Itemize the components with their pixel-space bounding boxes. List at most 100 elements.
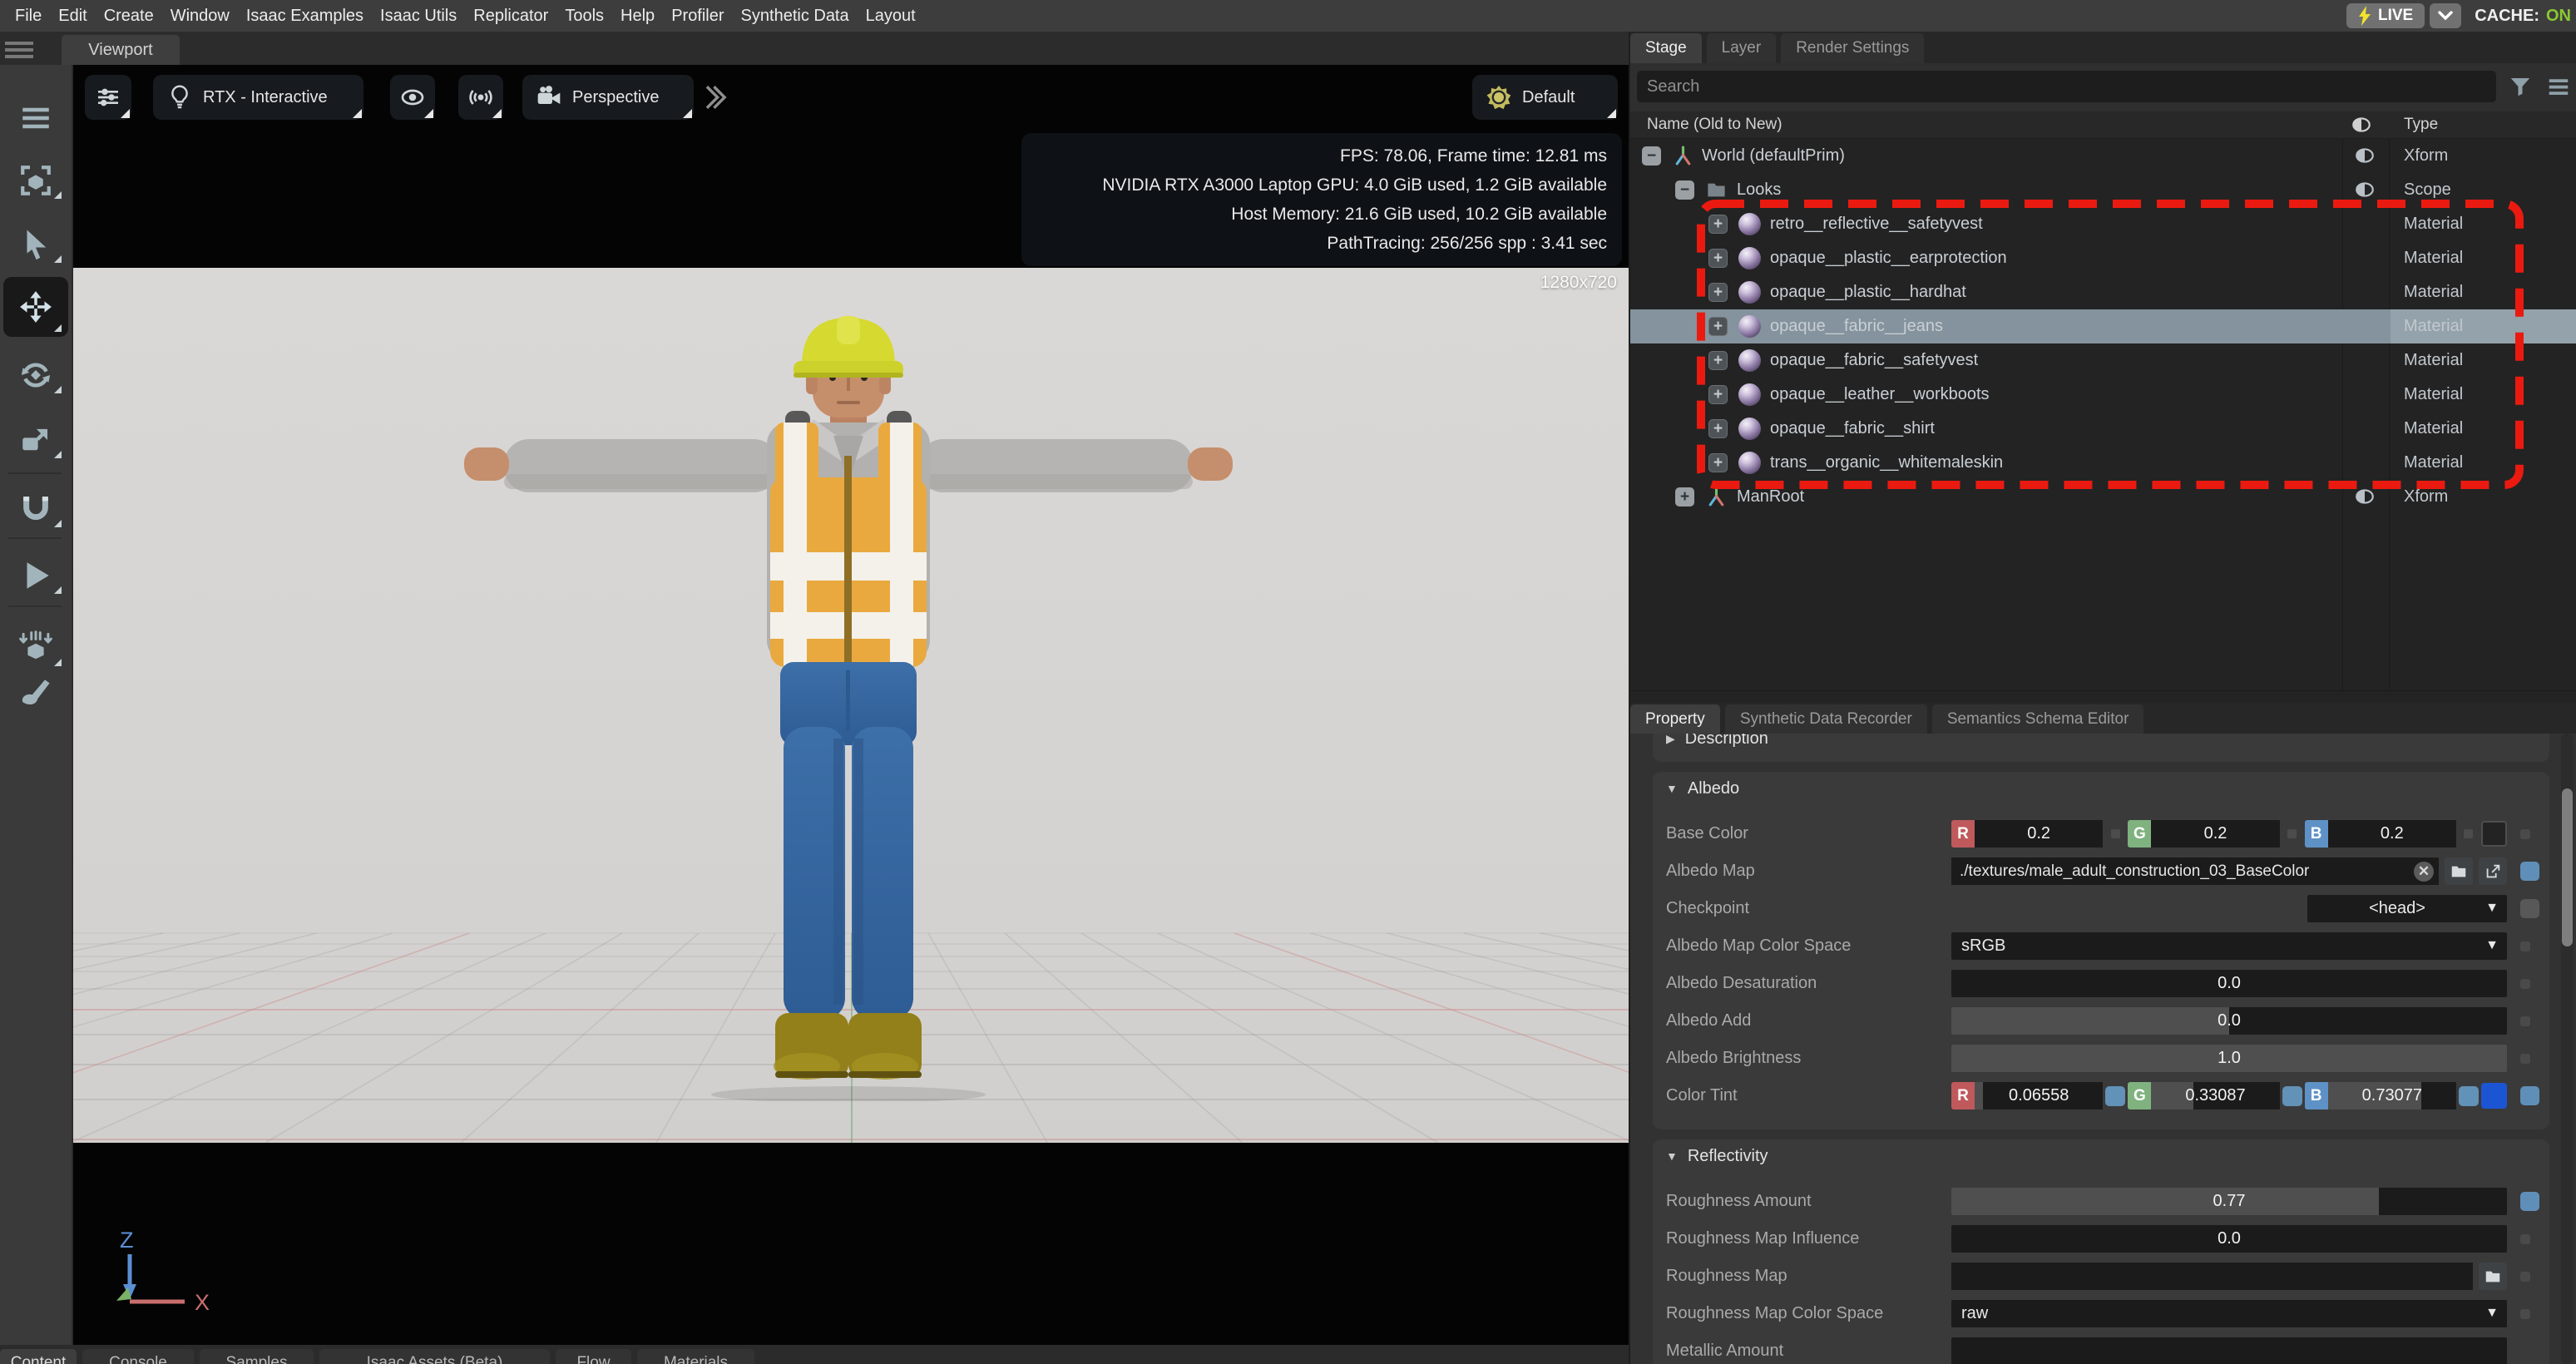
browse-folder-button[interactable] [2445,857,2473,885]
channel-value-field[interactable]: 0.2 [2151,820,2279,848]
slider-roughness-map-influence[interactable]: 0.0 [1951,1225,2507,1253]
live-sync-button[interactable]: LIVE [2346,3,2425,28]
tool-move-active[interactable] [3,277,68,337]
file-path-field[interactable]: ./textures/male_adult_construction_03_Ba… [1951,857,2439,885]
tool-physics-drop[interactable] [0,626,72,670]
default-indicator[interactable] [2520,1234,2530,1244]
tool-selection-box[interactable] [0,159,72,202]
expand-icon[interactable]: + [1708,249,1728,268]
visibility-eye-icon[interactable] [2354,146,2376,169]
bottom-tab-samples[interactable]: Samples [200,1349,314,1364]
tab-viewport[interactable]: Viewport [62,35,180,65]
dock-grip-icon[interactable] [5,38,48,62]
dropdown-checkpoint[interactable]: <head>▼ [2307,895,2507,922]
property-scrollbar[interactable] [2561,734,2574,1364]
tree-row-opaque-fabric-safetyvest[interactable]: +opaque__fabric__safetyvestMaterial [1630,343,2576,378]
drag-handle[interactable] [2280,1086,2305,1106]
menu-item-replicator[interactable]: Replicator [465,0,556,32]
column-type-header[interactable]: Type [2404,116,2438,134]
default-indicator[interactable] [2520,941,2530,951]
collapse-icon[interactable]: − [1642,146,1661,166]
channel-value-field[interactable]: 0.06558 [1975,1082,2103,1109]
channel-value-field[interactable]: 0.33087 [2151,1082,2279,1109]
tree-row-opaque-leather-workboots[interactable]: +opaque__leather__workbootsMaterial [1630,378,2576,412]
tree-row-looks[interactable]: −LooksScope [1630,173,2576,207]
tab-layer[interactable]: Layer [1707,33,1777,63]
tool-rotate[interactable] [0,353,72,397]
tree-row-opaque-fabric-jeans[interactable]: +opaque__fabric__jeansMaterial [1630,309,2576,343]
tab-render-settings[interactable]: Render Settings [1781,33,1924,63]
tool-snap-magnet[interactable] [0,487,72,531]
visibility-eye-icon[interactable] [2354,180,2376,203]
default-indicator[interactable] [2520,829,2530,839]
filter-funnel-icon[interactable] [2508,74,2533,99]
file-path-field[interactable] [1951,1263,2473,1290]
channel-value-field[interactable]: 0.2 [1975,820,2103,848]
expand-icon[interactable]: + [1675,487,1694,507]
tool-scale[interactable] [0,418,72,462]
expand-icon[interactable]: + [1708,215,1728,234]
default-indicator[interactable] [2520,1309,2530,1319]
visibility-eye-icon[interactable] [2354,487,2376,510]
camera-button[interactable]: Perspective [522,75,694,120]
tab-stage[interactable]: Stage [1630,33,1702,63]
menu-item-help[interactable]: Help [612,0,663,32]
slider-metallic-amount[interactable] [1951,1337,2507,1364]
section-header-reflectivity[interactable]: ▼Reflectivity [1653,1139,2549,1173]
visibility-button[interactable] [390,75,435,120]
menu-item-tools[interactable]: Tools [556,0,612,32]
tool-select-cursor[interactable] [0,223,72,266]
clear-icon[interactable]: ✕ [2414,862,2434,882]
default-indicator[interactable] [2520,1054,2530,1064]
viewport-canvas[interactable]: 1280x720 FPS: 78.06, Frame time: 12.81 m… [73,65,1629,1345]
expand-icon[interactable]: + [1708,317,1728,336]
menu-item-window[interactable]: Window [162,0,238,32]
default-indicator[interactable] [2520,1272,2530,1282]
section-header-albedo[interactable]: ▼Albedo [1653,772,2549,805]
viewport-settings-button[interactable] [85,75,131,120]
tool-play[interactable] [0,554,72,597]
dropdown-albedo-map-color-space[interactable]: sRGB▼ [1951,932,2507,960]
expand-icon[interactable]: + [1708,419,1728,438]
tree-row-manroot[interactable]: +ManRootXform [1630,480,2576,514]
waypoint-button[interactable] [458,75,503,120]
menu-item-synthetic-data[interactable]: Synthetic Data [733,0,858,32]
slider-roughness-amount[interactable]: 0.77 [1951,1188,2507,1215]
bottom-tab-content[interactable]: Content [0,1349,77,1364]
menu-item-isaac-examples[interactable]: Isaac Examples [238,0,372,32]
modified-indicator[interactable] [2520,1192,2539,1211]
collapse-icon[interactable]: − [1675,180,1694,200]
bottom-tab-materials[interactable]: Materials [637,1349,754,1364]
drag-handle[interactable] [2456,1086,2481,1106]
menu-item-isaac-utils[interactable]: Isaac Utils [372,0,465,32]
tree-row-opaque-fabric-shirt[interactable]: +opaque__fabric__shirtMaterial [1630,412,2576,446]
color-swatch[interactable] [2481,1083,2507,1109]
column-name-header[interactable]: Name (Old to New) [1647,116,1782,134]
lighting-button[interactable]: Default [1472,75,1618,120]
expand-icon[interactable]: + [1708,351,1728,370]
expand-icon[interactable]: + [1708,453,1728,472]
menu-item-create[interactable]: Create [96,0,162,32]
slider-albedo-brightness[interactable]: 1.0 [1951,1045,2507,1072]
color-swatch[interactable] [2481,821,2507,847]
modified-indicator[interactable] [2520,862,2539,881]
modified-indicator[interactable] [2520,1086,2539,1105]
bottom-tab-isaac-assets-beta[interactable]: Isaac Assets (Beta) [319,1349,550,1364]
tab-synthetic-data-recorder[interactable]: Synthetic Data Recorder [1725,704,1927,734]
live-dropdown-button[interactable] [2430,3,2461,28]
tree-row-opaque-plastic-hardhat[interactable]: +opaque__plastic__hardhatMaterial [1630,275,2576,309]
slider-albedo-add[interactable]: 0.0 [1951,1007,2507,1035]
drag-handle[interactable] [2103,1086,2128,1106]
channel-value-field[interactable]: 0.2 [2328,820,2456,848]
menu-item-file[interactable]: File [7,0,50,32]
tab-semantics-schema-editor[interactable]: Semantics Schema Editor [1932,704,2144,734]
options-list-icon[interactable] [2546,74,2571,99]
renderer-button[interactable]: RTX - Interactive [153,75,363,120]
expand-icon[interactable]: + [1708,385,1728,404]
search-input[interactable]: Search [1637,71,2496,102]
tool-dock-menu[interactable] [0,96,72,140]
tree-row-world-defaultprim[interactable]: −World (defaultPrim)Xform [1630,139,2576,173]
bottom-tab-flow[interactable]: Flow [556,1349,631,1364]
menu-item-edit[interactable]: Edit [50,0,95,32]
open-external-button[interactable] [2479,857,2507,885]
